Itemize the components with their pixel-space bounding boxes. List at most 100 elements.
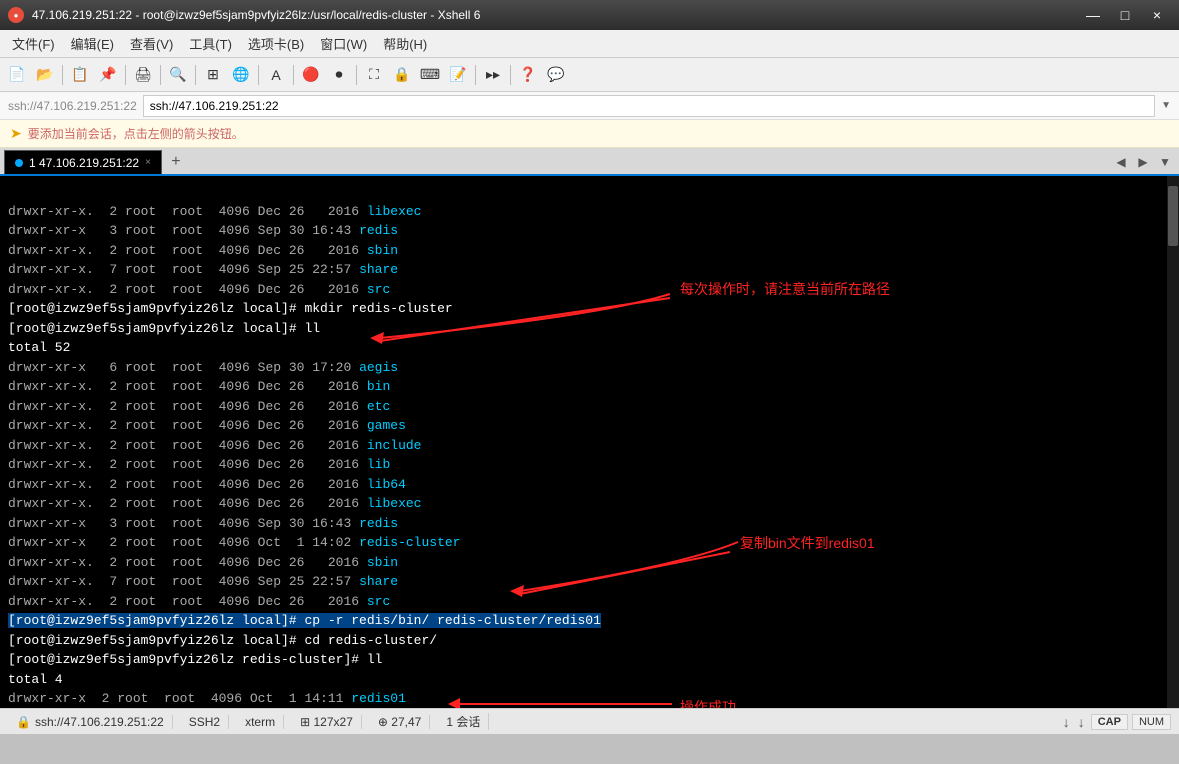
status-cap-badge: CAP bbox=[1091, 714, 1128, 730]
layout-button[interactable]: ⊞ bbox=[200, 62, 226, 88]
keyboard-button[interactable]: ⌨ bbox=[417, 62, 443, 88]
lock-button[interactable]: 🔒 bbox=[389, 62, 415, 88]
status-position-text: 27,47 bbox=[391, 715, 421, 729]
status-position: ⊕ 27,47 bbox=[370, 715, 430, 729]
line-19: drwxr-xr-x. 2 root root 4096 Dec 26 2016… bbox=[8, 555, 398, 570]
line-12: drwxr-xr-x. 2 root root 4096 Dec 26 2016… bbox=[8, 418, 406, 433]
status-size-icon: ⊞ bbox=[300, 715, 310, 729]
line-24: [root@izwz9ef5sjam9pvfyiz26lz redis-clus… bbox=[8, 652, 382, 667]
tab-session-1[interactable]: 1 47.106.219.251:22 × bbox=[4, 150, 162, 174]
maximize-button[interactable]: □ bbox=[1111, 1, 1139, 29]
menu-file[interactable]: 文件(F) bbox=[4, 30, 63, 57]
address-label: ssh://47.106.219.251:22 bbox=[8, 99, 137, 113]
scrollbar-thumb[interactable] bbox=[1168, 186, 1178, 246]
title-bar: ● 47.106.219.251:22 - root@izwz9ef5sjam9… bbox=[0, 0, 1179, 30]
script-button[interactable]: 📝 bbox=[445, 62, 471, 88]
toolbar-more[interactable]: ▸▸ bbox=[480, 62, 506, 88]
status-down-arrow-1[interactable]: ↓ bbox=[1061, 714, 1072, 730]
paste-button[interactable]: 📌 bbox=[95, 62, 121, 88]
tab-next-button[interactable]: ▶ bbox=[1133, 152, 1153, 172]
menu-edit[interactable]: 编辑(E) bbox=[63, 30, 122, 57]
line-10: drwxr-xr-x. 2 root root 4096 Dec 26 2016… bbox=[8, 379, 390, 394]
line-22: [root@izwz9ef5sjam9pvfyiz26lz local]# cp… bbox=[8, 613, 601, 628]
line-4: drwxr-xr-x. 7 root root 4096 Sep 25 22:5… bbox=[8, 262, 398, 277]
status-bar: 🔒 ssh://47.106.219.251:22 SSH2 xterm ⊞ 1… bbox=[0, 708, 1179, 734]
tab-navigation: ◀ ▶ ▼ bbox=[1111, 152, 1175, 174]
app-icon: ● bbox=[8, 7, 24, 23]
fullscreen-button[interactable]: ⛶ bbox=[361, 62, 387, 88]
line-11: drwxr-xr-x. 2 root root 4096 Dec 26 2016… bbox=[8, 399, 390, 414]
new-session-button[interactable]: 📄 bbox=[4, 62, 30, 88]
menu-view[interactable]: 查看(V) bbox=[122, 30, 181, 57]
line-13: drwxr-xr-x. 2 root root 4096 Dec 26 2016… bbox=[8, 438, 421, 453]
tab-prev-button[interactable]: ◀ bbox=[1111, 152, 1131, 172]
toolbar: 📄 📂 📋 📌 🖨 🔍 ⊞ 🌐 A 🔴 ⏺ ⛶ 🔒 ⌨ 📝 ▸▸ ❓ 💬 bbox=[0, 58, 1179, 92]
close-button[interactable]: × bbox=[1143, 1, 1171, 29]
stop-button[interactable]: 🔴 bbox=[298, 62, 324, 88]
status-protocol: SSH2 bbox=[181, 715, 229, 729]
tab-close-button[interactable]: × bbox=[145, 157, 151, 168]
record-button[interactable]: ⏺ bbox=[326, 62, 352, 88]
status-encoding-text: xterm bbox=[245, 715, 275, 729]
line-2: drwxr-xr-x 3 root root 4096 Sep 30 16:43… bbox=[8, 223, 398, 238]
address-bar: ssh://47.106.219.251:22 ▼ bbox=[0, 92, 1179, 120]
status-lock-icon: 🔒 bbox=[16, 715, 31, 729]
tab-bar: 1 47.106.219.251:22 × + ◀ ▶ ▼ bbox=[0, 148, 1179, 176]
line-7: [root@izwz9ef5sjam9pvfyiz26lz local]# ll bbox=[8, 321, 320, 336]
menu-tabs[interactable]: 选项卡(B) bbox=[240, 30, 312, 57]
status-encoding: xterm bbox=[237, 715, 284, 729]
status-num-badge: NUM bbox=[1132, 714, 1171, 730]
line-14: drwxr-xr-x. 2 root root 4096 Dec 26 2016… bbox=[8, 457, 390, 472]
terminal-wrapper: drwxr-xr-x. 2 root root 4096 Dec 26 2016… bbox=[0, 176, 1179, 708]
terminal-content[interactable]: drwxr-xr-x. 2 root root 4096 Dec 26 2016… bbox=[0, 176, 1167, 708]
search-button[interactable]: 🔍 bbox=[165, 62, 191, 88]
line-3: drwxr-xr-x. 2 root root 4096 Dec 26 2016… bbox=[8, 243, 398, 258]
line-6: [root@izwz9ef5sjam9pvfyiz26lz local]# mk… bbox=[8, 301, 453, 316]
print-button[interactable]: 🖨 bbox=[130, 62, 156, 88]
status-sessions: 1 会话 bbox=[438, 713, 489, 730]
tab-indicator bbox=[15, 159, 23, 167]
line-20: drwxr-xr-x. 7 root root 4096 Sep 25 22:5… bbox=[8, 574, 398, 589]
line-23: [root@izwz9ef5sjam9pvfyiz26lz local]# cd… bbox=[8, 633, 437, 648]
status-protocol-text: SSH2 bbox=[189, 715, 220, 729]
terminal[interactable]: drwxr-xr-x. 2 root root 4096 Dec 26 2016… bbox=[0, 176, 1179, 708]
globe-button[interactable]: 🌐 bbox=[228, 62, 254, 88]
window-title: 47.106.219.251:22 - root@izwz9ef5sjam9pv… bbox=[32, 8, 480, 22]
status-ssh: 🔒 ssh://47.106.219.251:22 bbox=[8, 715, 173, 729]
scrollbar[interactable] bbox=[1167, 176, 1179, 708]
tab-add-button[interactable]: + bbox=[164, 150, 188, 174]
tab-label: 1 47.106.219.251:22 bbox=[29, 156, 139, 170]
status-position-icon: ⊕ bbox=[378, 715, 388, 729]
menu-tools[interactable]: 工具(T) bbox=[181, 30, 240, 57]
line-8: total 52 bbox=[8, 340, 70, 355]
line-21: drwxr-xr-x. 2 root root 4096 Dec 26 2016… bbox=[8, 594, 390, 609]
open-button[interactable]: 📂 bbox=[32, 62, 58, 88]
tab-menu-button[interactable]: ▼ bbox=[1155, 152, 1175, 172]
status-sessions-text: 1 会话 bbox=[446, 715, 480, 729]
address-dropdown-button[interactable]: ▼ bbox=[1161, 100, 1171, 111]
menu-bar: 文件(F) 编辑(E) 查看(V) 工具(T) 选项卡(B) 窗口(W) 帮助(… bbox=[0, 30, 1179, 58]
line-18: drwxr-xr-x 2 root root 4096 Oct 1 14:02 … bbox=[8, 535, 460, 550]
help-button[interactable]: ❓ bbox=[515, 62, 541, 88]
line-25: total 4 bbox=[8, 672, 63, 687]
line-15: drwxr-xr-x. 2 root root 4096 Dec 26 2016… bbox=[8, 477, 406, 492]
info-text: 要添加当前会话，点击左侧的箭头按钮。 bbox=[28, 125, 244, 142]
line-5: drwxr-xr-x. 2 root root 4096 Dec 26 2016… bbox=[8, 282, 390, 297]
line-1: drwxr-xr-x. 2 root root 4096 Dec 26 2016… bbox=[8, 204, 421, 219]
line-9: drwxr-xr-x 6 root root 4096 Sep 30 17:20… bbox=[8, 360, 398, 375]
status-size-text: 127x27 bbox=[314, 715, 353, 729]
status-down-arrow-2[interactable]: ↓ bbox=[1076, 714, 1087, 730]
info-icon: ➤ bbox=[10, 125, 22, 142]
copy-button[interactable]: 📋 bbox=[67, 62, 93, 88]
font-button[interactable]: A bbox=[263, 62, 289, 88]
menu-help[interactable]: 帮助(H) bbox=[375, 30, 435, 57]
chat-button[interactable]: 💬 bbox=[543, 62, 569, 88]
minimize-button[interactable]: — bbox=[1079, 1, 1107, 29]
line-26: drwxr-xr-x 2 root root 4096 Oct 1 14:11 … bbox=[8, 691, 406, 706]
status-size: ⊞ 127x27 bbox=[292, 715, 362, 729]
line-17: drwxr-xr-x 3 root root 4096 Sep 30 16:43… bbox=[8, 516, 398, 531]
info-bar: ➤ 要添加当前会话，点击左侧的箭头按钮。 bbox=[0, 120, 1179, 148]
menu-window[interactable]: 窗口(W) bbox=[312, 30, 375, 57]
address-input[interactable] bbox=[143, 95, 1155, 117]
status-ssh-text: ssh://47.106.219.251:22 bbox=[35, 715, 164, 729]
